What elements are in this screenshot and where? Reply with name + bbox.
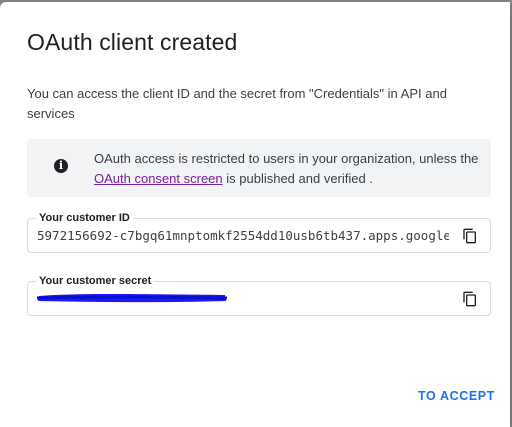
- oauth-consent-screen-link[interactable]: OAuth consent screen: [94, 171, 223, 186]
- oauth-client-dialog: OAuth client created You can access the …: [0, 2, 510, 427]
- client-secret-label: Your customer secret: [36, 274, 155, 288]
- accept-button[interactable]: TO ACCEPT: [418, 389, 495, 403]
- copy-icon: [463, 291, 476, 307]
- dialog-description: You can access the client ID and the sec…: [27, 86, 447, 121]
- copy-icon: [463, 228, 476, 244]
- notice-text-after: is published and verified .: [222, 171, 373, 186]
- copy-client-secret-button[interactable]: [462, 291, 478, 307]
- dialog-title: OAuth client created: [27, 29, 238, 55]
- copy-client-id-button[interactable]: [462, 228, 478, 244]
- notice-text-before: OAuth access is restricted to users in y…: [94, 151, 479, 166]
- redaction-scribble: [37, 294, 227, 303]
- org-restriction-notice: i OAuth access is restricted to users in…: [27, 139, 491, 197]
- notice-text: OAuth access is restricted to users in y…: [94, 149, 479, 189]
- client-id-label: Your customer ID: [36, 211, 133, 225]
- client-id-value[interactable]: 5972156692-c7bgq61mnptomkf2554dd10usb6tb…: [37, 228, 449, 244]
- client-secret-field[interactable]: Your customer secret: [27, 274, 491, 316]
- client-id-field[interactable]: Your customer ID 5972156692-c7bgq61mnpto…: [27, 211, 491, 253]
- info-icon: i: [54, 159, 68, 173]
